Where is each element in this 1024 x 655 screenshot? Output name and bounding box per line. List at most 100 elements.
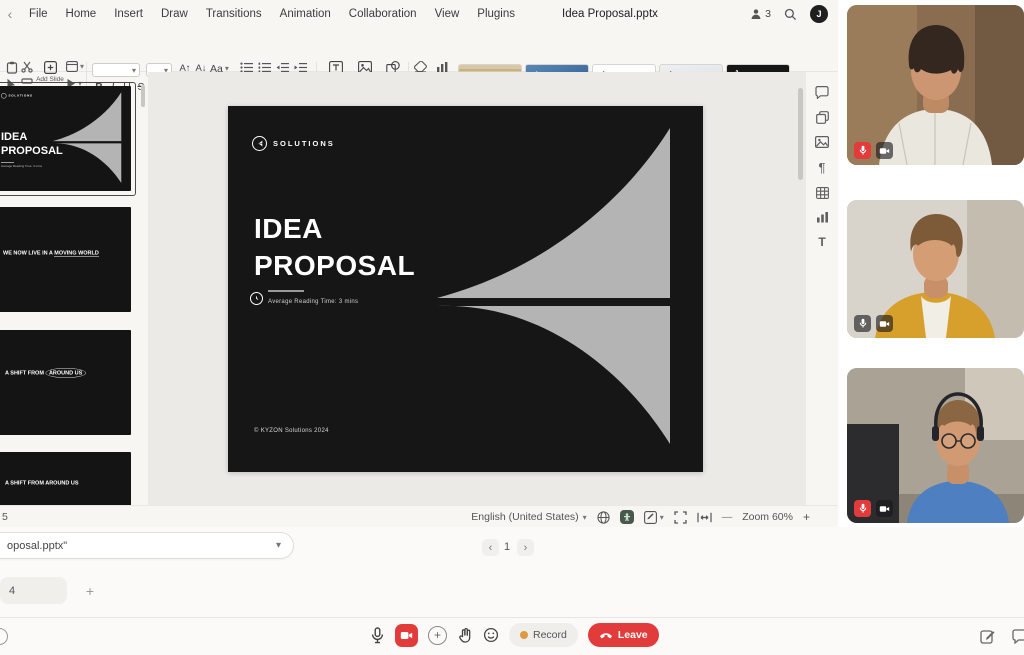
- table-tool-icon[interactable]: [815, 187, 829, 199]
- chevron-down-icon: ▾: [80, 62, 85, 71]
- zoom-in-button[interactable]: +: [803, 510, 810, 524]
- back-icon[interactable]: ‹: [0, 6, 20, 22]
- slide-title-line2: PROPOSAL: [254, 250, 416, 281]
- mic-icon: [854, 315, 871, 332]
- reactions-button[interactable]: [483, 627, 499, 643]
- participant-video-1[interactable]: [847, 5, 1024, 165]
- collaborators-count: 3: [765, 8, 771, 20]
- thumb-divider: [1, 162, 14, 163]
- slide-thumbnail-1[interactable]: SOLUTIONS IDEA PROPOSAL Average Reading …: [0, 86, 131, 191]
- menu-collaboration[interactable]: Collaboration: [340, 8, 426, 20]
- collaborators-button[interactable]: 3: [750, 8, 771, 20]
- paragraph-tool-icon[interactable]: ¶: [819, 160, 826, 175]
- participant-status-badges: [854, 500, 893, 517]
- selected-slide-ring: SOLUTIONS IDEA PROPOSAL Average Reading …: [0, 82, 136, 196]
- participant-status-badges: [854, 315, 893, 332]
- call-controls: + Record Leave: [370, 623, 659, 647]
- participant-video-2[interactable]: [847, 200, 1024, 338]
- call-bar-divider: [0, 617, 1024, 618]
- tab-4[interactable]: 4: [0, 577, 67, 604]
- microphone-button[interactable]: [370, 626, 385, 644]
- quick-actions-button[interactable]: ▾: [643, 510, 664, 524]
- menu-draw[interactable]: Draw: [152, 8, 197, 20]
- camera-icon: [876, 315, 893, 332]
- thumb-text: A SHIFT FROM AROUND US: [5, 480, 79, 486]
- partial-left-icon[interactable]: [0, 628, 8, 645]
- slide-canvas[interactable]: SOLUTIONS IDEA PROPOSAL Average Reading …: [228, 106, 703, 472]
- language-label: English (United States): [471, 511, 579, 523]
- slide-thumbnails-panel: SOLUTIONS IDEA PROPOSAL Average Reading …: [0, 72, 148, 505]
- search-icon[interactable]: [784, 8, 797, 21]
- slide-thumbnail-3[interactable]: A SHIFT FROM AROUND US: [0, 330, 131, 435]
- accessibility-icon[interactable]: [619, 510, 634, 524]
- page-number: 1: [504, 541, 511, 553]
- notes-icon[interactable]: [980, 629, 996, 645]
- globe-icon[interactable]: [597, 510, 610, 524]
- slide-logo-shapes[interactable]: [228, 106, 703, 472]
- chart-tool-icon[interactable]: [816, 211, 829, 223]
- slide-thumbnail-2[interactable]: WE NOW LIVE IN A MOVING WORLD: [0, 207, 131, 312]
- mic-muted-icon: [854, 142, 871, 159]
- shared-file-dropdown[interactable]: oposal.pptx" ▾: [0, 532, 294, 559]
- zoom-out-button[interactable]: —: [722, 511, 733, 523]
- thumb-title-line1: IDEA: [1, 130, 28, 143]
- chevron-down-icon: ▾: [275, 540, 281, 551]
- canvas-scrollbar[interactable]: [798, 88, 803, 180]
- brand-name: SOLUTIONS: [8, 94, 33, 98]
- participant-video-3[interactable]: [847, 368, 1024, 523]
- layout-icon: [66, 61, 78, 72]
- menu-transitions[interactable]: Transitions: [197, 8, 271, 20]
- slide-canvas-area: SOLUTIONS IDEA PROPOSAL Average Reading …: [148, 72, 806, 505]
- next-page-button[interactable]: ›: [517, 539, 534, 556]
- comments-icon[interactable]: [815, 86, 829, 99]
- shared-file-name: oposal.pptx": [7, 539, 68, 552]
- menu-home[interactable]: Home: [57, 8, 106, 20]
- image-tool-icon[interactable]: [815, 136, 829, 148]
- avatar[interactable]: J: [810, 5, 828, 23]
- presentation-editor: ‹ File Home Insert Draw Transitions Anim…: [0, 0, 838, 527]
- fullscreen-icon[interactable]: [674, 510, 687, 524]
- mic-muted-icon: [854, 500, 871, 517]
- language-selector[interactable]: English (United States) ▾: [471, 511, 586, 523]
- people-icon: [751, 9, 761, 19]
- previous-page-button[interactable]: ‹: [482, 539, 499, 556]
- add-tab-button[interactable]: +: [80, 577, 100, 604]
- thumb-text: A SHIFT FROM: [5, 370, 46, 376]
- thumb-meta: Average Reading Time: 3 mins: [1, 165, 42, 168]
- duplicate-icon[interactable]: [815, 111, 829, 124]
- slide-indicator-partial: 5: [2, 511, 8, 523]
- zoom-level-label: Zoom 60%: [742, 511, 793, 523]
- raise-hand-button[interactable]: [457, 627, 473, 644]
- brand-name: SOLUTIONS: [273, 139, 335, 148]
- reading-time-text[interactable]: Average Reading Time: 3 mins: [268, 299, 358, 305]
- menu-view[interactable]: View: [426, 8, 469, 20]
- slide-thumbnail-4[interactable]: A SHIFT FROM AROUND US: [0, 452, 131, 505]
- menu-animation[interactable]: Animation: [271, 8, 340, 20]
- slide-title[interactable]: IDEA PROPOSAL: [254, 210, 415, 284]
- pen-square-icon: [643, 510, 657, 524]
- menu-file[interactable]: File: [20, 8, 57, 20]
- thumb-text: WE NOW LIVE IN A: [3, 250, 55, 256]
- reading-time-divider: [268, 290, 304, 292]
- leave-label: Leave: [617, 629, 648, 641]
- brand-lockup[interactable]: SOLUTIONS: [252, 136, 335, 151]
- record-label: Record: [533, 629, 567, 641]
- leave-button[interactable]: Leave: [587, 623, 659, 647]
- record-dot-icon: [520, 631, 528, 639]
- slide-layout-button[interactable]: ▾: [66, 61, 84, 72]
- chevron-down-icon: ▾: [582, 512, 587, 522]
- menu-insert[interactable]: Insert: [105, 8, 152, 20]
- fit-width-icon[interactable]: [697, 512, 712, 523]
- plus-icon: +: [433, 628, 441, 642]
- menu-plugins[interactable]: Plugins: [468, 8, 524, 20]
- record-button[interactable]: Record: [509, 623, 578, 647]
- camera-off-button[interactable]: [395, 623, 418, 647]
- text-tool-icon[interactable]: T: [818, 235, 825, 249]
- add-to-call-button[interactable]: +: [428, 625, 447, 645]
- status-bar: 5 English (United States) ▾ ▾ — Zoom 60%…: [0, 505, 838, 527]
- copyright-text[interactable]: © KYZON Solutions 2024: [254, 428, 329, 434]
- chat-icon[interactable]: [1012, 629, 1024, 644]
- chevron-down-icon: ▾: [659, 512, 664, 522]
- panel-scrollbar[interactable]: [141, 85, 145, 107]
- toolbar: Add Slide ▾ ▾ ▾ ▾ A↑ A↓ Aa ▾ B I U S x² …: [0, 28, 838, 93]
